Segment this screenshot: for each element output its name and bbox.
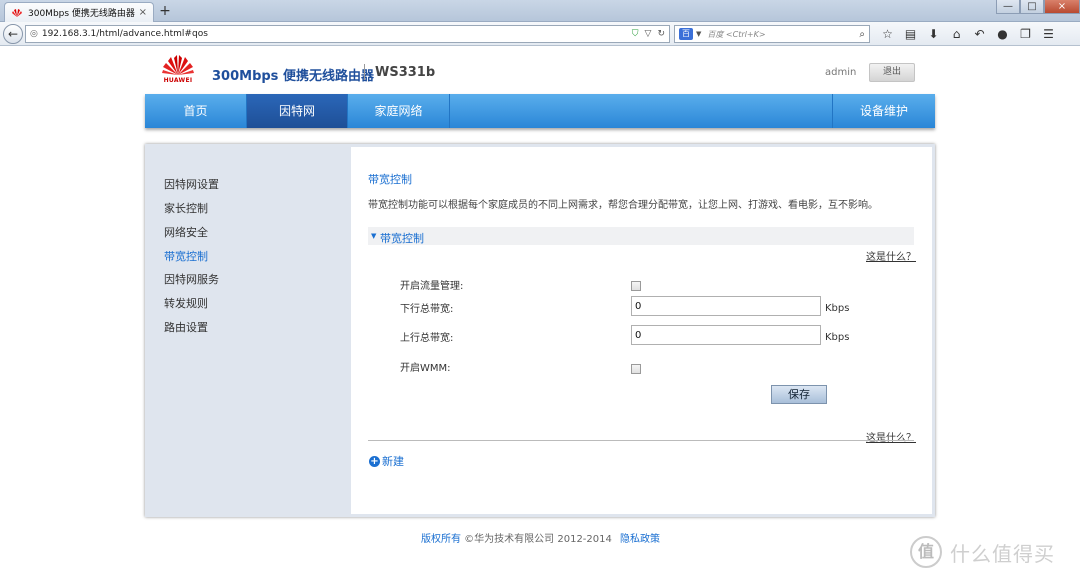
browser-tab-bar: 300Mbps 便携无线路由器 × + — □ × xyxy=(0,0,1080,22)
downlink-unit: Kbps xyxy=(825,303,850,314)
sidebar-item-internet-services[interactable]: 因特网服务 xyxy=(164,271,219,287)
huawei-favicon-icon xyxy=(12,8,22,17)
huawei-logo-icon xyxy=(162,55,194,75)
sidebar-item-forwarding-rules[interactable]: 转发规则 xyxy=(164,295,208,311)
copyright-link[interactable]: 版权所有 xyxy=(421,534,461,545)
reload-icon[interactable]: ↻ xyxy=(657,29,665,39)
product-name: 300Mbps 便携无线路由器 xyxy=(212,69,374,84)
page-title: 带宽控制 xyxy=(368,173,412,186)
content-area: 带宽控制 带宽控制功能可以根据每个家庭成员的不同上网需求，帮您合理分配带宽，让您… xyxy=(351,147,932,514)
back-arrow-icon: ← xyxy=(7,27,19,41)
home-icon[interactable]: ⌂ xyxy=(945,25,968,43)
wmm-label: 开启WMM: xyxy=(400,363,451,374)
page-description: 带宽控制功能可以根据每个家庭成员的不同上网需求，帮您合理分配带宽，让您上网、打游… xyxy=(368,200,878,211)
section-title: 带宽控制 xyxy=(380,232,424,245)
help-link-bottom[interactable]: 这是什么？ xyxy=(866,429,916,444)
minimize-button[interactable]: — xyxy=(996,0,1020,14)
add-new-button[interactable]: + 新建 xyxy=(369,453,404,469)
save-button[interactable]: 保存 xyxy=(771,385,827,404)
main-panel: 因特网设置 家长控制 网络安全 带宽控制 因特网服务 转发规则 路由设置 带宽控… xyxy=(145,144,935,517)
sidebar: 因特网设置 家长控制 网络安全 带宽控制 因特网服务 转发规则 路由设置 xyxy=(145,144,350,517)
uplink-label: 上行总带宽: xyxy=(400,333,454,344)
model-name: WS331b xyxy=(375,65,436,80)
downlink-input[interactable] xyxy=(631,296,821,316)
router-admin-page: HUAWEI 300Mbps 便携无线路由器 WS331b admin 退出 首… xyxy=(0,46,1080,581)
menu-icon[interactable]: ☰ xyxy=(1037,25,1060,43)
add-new-label: 新建 xyxy=(382,455,404,468)
nav-item-home-network[interactable]: 家庭网络 xyxy=(348,94,450,128)
bookmarks-icon[interactable]: ▤ xyxy=(899,25,922,43)
tab-title: 300Mbps 便携无线路由器 xyxy=(28,9,135,19)
browser-tab[interactable]: 300Mbps 便携无线路由器 × xyxy=(4,2,154,22)
username: admin xyxy=(825,67,857,78)
back-button[interactable]: ← xyxy=(3,24,23,44)
divider xyxy=(368,440,914,441)
shield-icon[interactable]: ⛉ xyxy=(632,29,639,39)
footer-copyright: 版权所有 ©华为技术有限公司 2012-2014 xyxy=(421,530,612,545)
sidebar-item-internet-settings[interactable]: 因特网设置 xyxy=(164,176,219,192)
watermark: 值 什么值得买 xyxy=(910,536,1055,568)
nav-item-maintenance[interactable]: 设备维护 xyxy=(832,94,935,128)
section-header[interactable]: ▼ 带宽控制 xyxy=(368,227,914,245)
wmm-checkbox[interactable] xyxy=(631,364,641,374)
uplink-input[interactable] xyxy=(631,325,821,345)
sidebar-item-parental-control[interactable]: 家长控制 xyxy=(164,200,208,216)
collapse-arrow-icon: ▼ xyxy=(371,232,377,240)
sidebar-item-network-security[interactable]: 网络安全 xyxy=(164,224,208,240)
close-window-button[interactable]: × xyxy=(1044,0,1080,14)
enable-traffic-label: 开启流量管理: xyxy=(400,281,464,292)
search-engine-icon[interactable]: 百 xyxy=(679,28,693,40)
watermark-text: 什么值得买 xyxy=(950,541,1055,566)
logo-text: HUAWEI xyxy=(163,77,193,84)
engine-dropdown-icon[interactable]: ▼ xyxy=(696,30,701,38)
page-header: HUAWEI 300Mbps 便携无线路由器 WS331b admin 退出 xyxy=(145,46,935,94)
address-bar[interactable]: ◎ 192.168.3.1/html/advance.html#qos ⛉ ▽ … xyxy=(25,25,670,43)
maximize-button[interactable]: □ xyxy=(1020,0,1044,14)
tab-close-icon[interactable]: × xyxy=(139,7,147,18)
header-divider xyxy=(364,64,365,80)
copy-icon[interactable]: ❐ xyxy=(1014,25,1037,43)
new-tab-button[interactable]: + xyxy=(158,3,172,19)
nav-item-home[interactable]: 首页 xyxy=(145,94,247,128)
sync-icon[interactable]: ↶ xyxy=(968,25,991,43)
enable-traffic-checkbox[interactable] xyxy=(631,281,641,291)
sidebar-item-routing-settings[interactable]: 路由设置 xyxy=(164,319,208,335)
star-icon[interactable]: ☆ xyxy=(876,25,899,43)
browser-toolbar: ☆ ▤ ⬇ ⌂ ↶ ● ❐ ☰ xyxy=(876,25,1060,43)
chat-icon[interactable]: ● xyxy=(991,25,1014,43)
window-controls: — □ × xyxy=(996,0,1080,16)
huawei-logo: HUAWEI xyxy=(161,54,195,86)
search-go-icon[interactable]: ⌕ xyxy=(859,29,865,40)
download-icon[interactable]: ⬇ xyxy=(922,25,945,43)
globe-icon: ◎ xyxy=(30,29,38,39)
dropdown-arrow-icon[interactable]: ▽ xyxy=(645,29,652,39)
watermark-logo-icon: 值 xyxy=(910,536,942,568)
nav-item-internet[interactable]: 因特网 xyxy=(247,94,348,128)
uplink-unit: Kbps xyxy=(825,332,850,343)
logout-button[interactable]: 退出 xyxy=(869,63,915,82)
search-bar[interactable]: 百 ▼ 百度 <Ctrl+K> ⌕ xyxy=(674,25,870,43)
browser-nav-bar: ← ◎ 192.168.3.1/html/advance.html#qos ⛉ … xyxy=(0,22,1080,46)
url-text[interactable]: 192.168.3.1/html/advance.html#qos xyxy=(42,29,632,39)
search-input[interactable]: 百度 <Ctrl+K> xyxy=(707,29,859,40)
main-nav: 首页 因特网 家庭网络 设备维护 xyxy=(145,94,935,128)
plus-icon: + xyxy=(369,455,380,467)
downlink-label: 下行总带宽: xyxy=(400,304,454,315)
copyright-text: ©华为技术有限公司 2012-2014 xyxy=(461,534,612,545)
help-link[interactable]: 这是什么？ xyxy=(866,248,916,263)
privacy-link[interactable]: 隐私政策 xyxy=(620,530,660,545)
sidebar-item-bandwidth-control[interactable]: 带宽控制 xyxy=(164,248,208,264)
